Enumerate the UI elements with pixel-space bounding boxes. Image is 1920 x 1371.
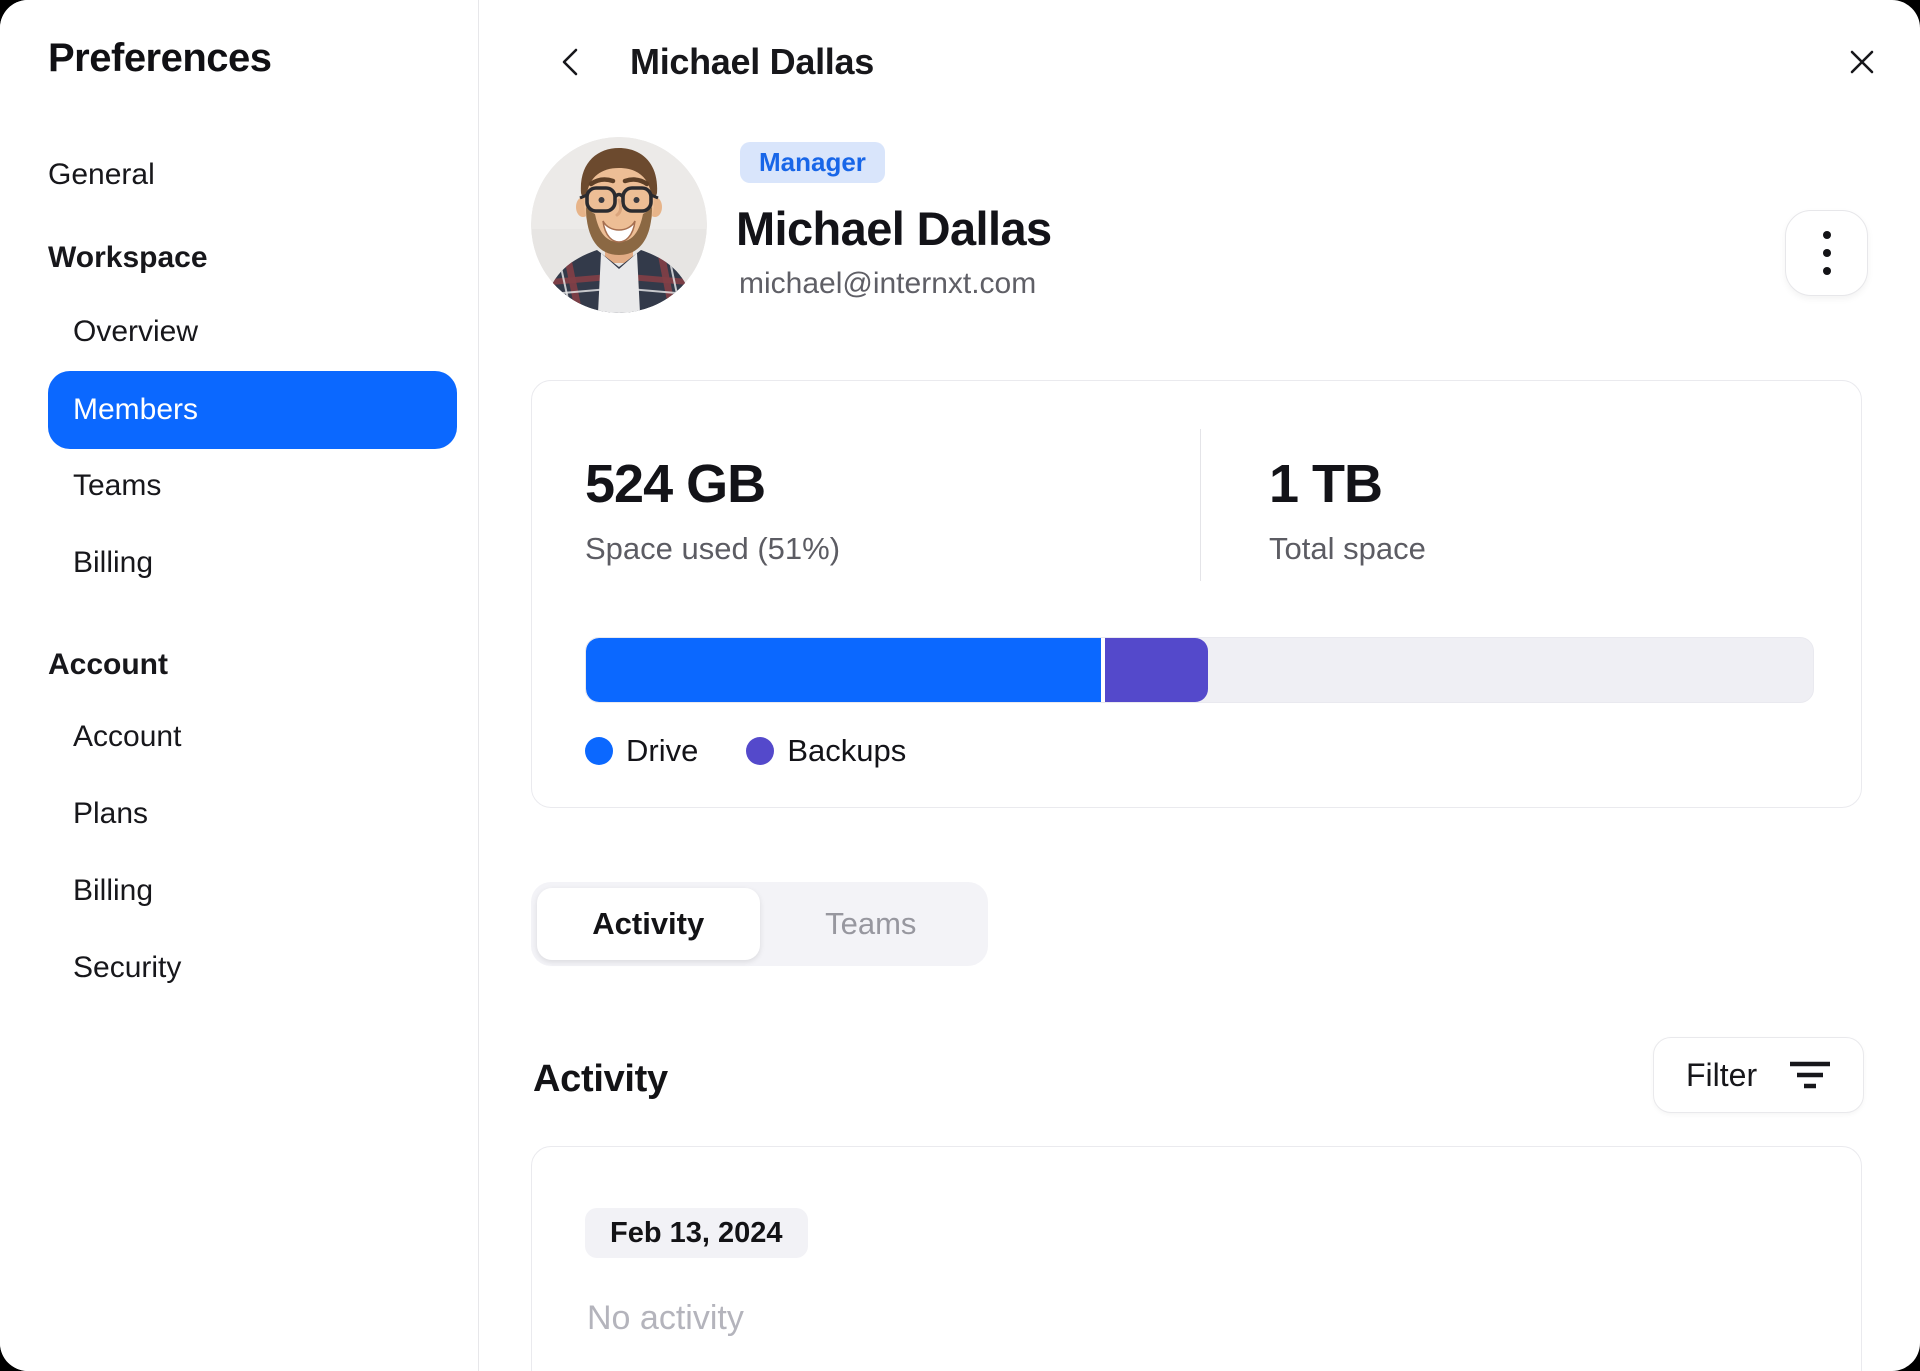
sidebar-item-teams[interactable]: Teams [73, 469, 161, 503]
sidebar-section-account: Account [48, 648, 168, 681]
page-title: Michael Dallas [630, 41, 874, 82]
storage-card: 524 GB Space used (51%) 1 TB Total space… [531, 380, 1862, 808]
activity-heading: Activity [533, 1058, 668, 1100]
role-badge: Manager [740, 142, 885, 183]
filter-label: Filter [1686, 1056, 1758, 1093]
sidebar-section-workspace: Workspace [48, 241, 208, 274]
sidebar-item-security[interactable]: Security [73, 951, 181, 985]
filter-lines-icon [1790, 1061, 1830, 1089]
avatar-illustration [531, 137, 707, 313]
sidebar-item-overview[interactable]: Overview [73, 315, 198, 349]
drive-dot-icon [585, 737, 613, 765]
member-name: Michael Dallas [736, 202, 1052, 255]
activity-card: Feb 13, 2024 No activity [531, 1146, 1862, 1371]
stat-divider [1200, 429, 1201, 581]
member-email: michael@internxt.com [739, 267, 1037, 300]
total-space-label: Total space [1269, 531, 1426, 566]
sidebar-item-account[interactable]: Account [73, 720, 181, 754]
sidebar-item-plans[interactable]: Plans [73, 797, 148, 831]
storage-usage-bar [585, 637, 1814, 703]
sidebar-item-general[interactable]: General [48, 158, 155, 192]
sidebar-item-billing-workspace[interactable]: Billing [73, 546, 153, 580]
no-activity-text: No activity [587, 1299, 744, 1337]
close-icon [1850, 50, 1874, 74]
legend-backups-label: Backups [787, 733, 907, 768]
tab-activity[interactable]: Activity [537, 888, 760, 960]
chevron-left-icon [562, 48, 578, 76]
sidebar: Preferences General Workspace Overview M… [0, 0, 479, 1371]
total-space-value: 1 TB [1269, 454, 1383, 514]
space-used-value: 524 GB [585, 454, 766, 514]
sidebar-item-billing-account[interactable]: Billing [73, 874, 153, 908]
legend-drive-label: Drive [626, 733, 699, 768]
kebab-vertical-icon [1822, 231, 1831, 239]
sidebar-item-members-label: Members [73, 393, 199, 426]
legend-item-backups: Backups [746, 733, 906, 769]
space-used-label: Space used (51%) [585, 531, 841, 566]
sidebar-title: Preferences [48, 36, 272, 80]
tab-group: Activity Teams [531, 882, 988, 966]
legend-item-drive: Drive [585, 733, 698, 769]
drive-usage-segment [586, 638, 1102, 702]
preferences-window: Preferences General Workspace Overview M… [0, 0, 1920, 1371]
kebab-vertical-icon [1822, 249, 1831, 257]
backups-dot-icon [746, 737, 775, 765]
storage-legend: Drive Backups [585, 733, 906, 769]
date-chip: Feb 13, 2024 [585, 1208, 808, 1258]
tab-teams[interactable]: Teams [760, 888, 983, 960]
kebab-vertical-icon [1822, 267, 1831, 275]
member-options-button[interactable] [1785, 210, 1868, 296]
backups-usage-segment [1105, 638, 1209, 702]
filter-button[interactable]: Filter [1653, 1037, 1864, 1113]
close-button[interactable] [1838, 38, 1886, 86]
sidebar-item-members[interactable]: Members [48, 371, 457, 449]
back-button[interactable] [552, 42, 592, 82]
avatar [531, 137, 707, 313]
